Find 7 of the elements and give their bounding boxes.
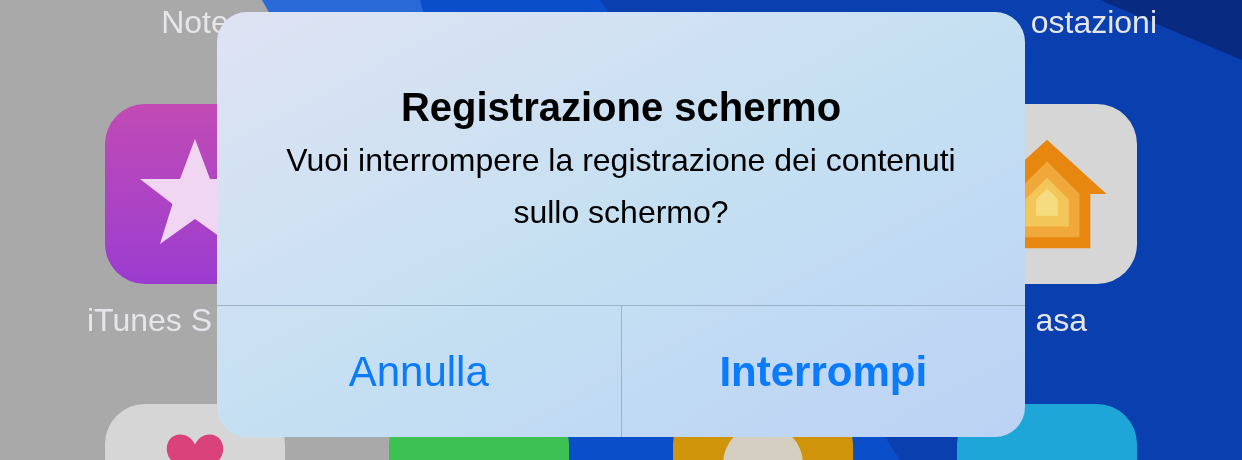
alert-button[interactable]: Annulla <box>217 306 621 437</box>
alert-button[interactable]: Interrompi <box>620 306 1025 437</box>
app-label: iTunes S <box>87 304 213 340</box>
app-label: asa <box>1035 304 1087 340</box>
alert-title: Registrazione schermo <box>400 84 842 131</box>
alert-message: Vuoi interrompere la registrazione dei contenuti sullo schermo? <box>285 141 957 232</box>
app-label: ostazioni <box>1030 6 1157 42</box>
